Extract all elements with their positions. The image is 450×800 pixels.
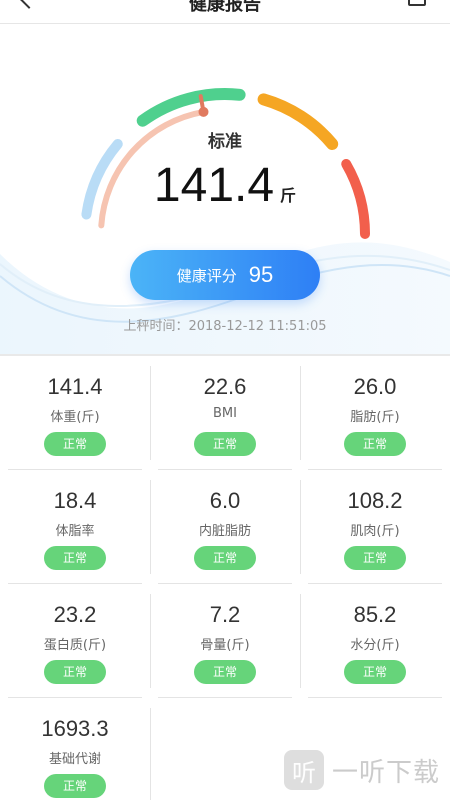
metric-cell-body: 7.2 骨量(斤) 正常: [158, 584, 292, 698]
metric-cell[interactable]: 6.0 内脏脂肪 正常: [150, 470, 300, 584]
metric-cell-body: 85.2 水分(斤) 正常: [308, 584, 442, 698]
watermark: 听 一听下载: [284, 748, 444, 792]
watermark-text: 一听下载: [332, 757, 441, 788]
metric-cell[interactable]: 85.2 水分(斤) 正常: [300, 584, 450, 698]
metric-value: 141.4: [47, 374, 103, 399]
metric-cell-body: 23.2 蛋白质(斤) 正常: [8, 584, 142, 698]
weight-unit: 斤: [280, 186, 297, 205]
metric-value: 85.2: [353, 602, 397, 627]
weigh-time: 上秤时间：2018-12-12 11:51:05: [123, 319, 327, 334]
status-badge: 正常: [344, 432, 406, 456]
metric-label: 水分(斤): [350, 638, 400, 653]
metric-label: 内脏脂肪: [198, 524, 251, 539]
health-score-button[interactable]: 健康评分 95: [130, 250, 320, 300]
metric-value: 1693.3: [41, 716, 109, 741]
metric-cell[interactable]: 23.2 蛋白质(斤) 正常: [0, 584, 150, 698]
metric-value: 23.2: [53, 602, 97, 627]
metric-value: 6.0: [209, 488, 241, 513]
metric-label: 体脂率: [55, 524, 95, 539]
metric-cell-body: 6.0 内脏脂肪 正常: [158, 470, 292, 584]
status-badge: 正常: [44, 774, 106, 798]
metric-cell-body: 141.4 体重(斤) 正常: [8, 356, 142, 470]
weight-value: 141.4: [153, 159, 275, 212]
metric-value: 26.0: [353, 374, 397, 399]
metric-label: 蛋白质(斤): [43, 638, 107, 653]
health-score-value: 95: [248, 262, 274, 287]
status-badge: 正常: [44, 546, 106, 570]
metric-value: 22.6: [203, 374, 247, 399]
health-report-screen: 健康报告 标准 141.4 斤 健康评分 95 上秤时间：2018-12-12 …: [0, 0, 450, 800]
share-icon[interactable]: [408, 0, 426, 6]
metric-cell-body: 26.0 脂肪(斤) 正常: [308, 356, 442, 470]
metric-cell-body: 18.4 体脂率 正常: [8, 470, 142, 584]
metric-cell-body: 22.6 BMI 正常: [158, 356, 292, 470]
watermark-logo: 听: [284, 750, 324, 790]
weight-summary: 标准 141.4 斤 健康评分 95 上秤时间：2018-12-12 11:51:…: [0, 24, 450, 354]
metric-cell[interactable]: 1693.3 基础代谢 正常: [0, 698, 150, 800]
status-badge: 正常: [194, 660, 256, 684]
metric-cell[interactable]: 7.2 骨量(斤) 正常: [150, 584, 300, 698]
metric-cell[interactable]: 22.6 BMI 正常: [150, 356, 300, 470]
metric-value: 18.4: [53, 488, 97, 513]
metric-cell[interactable]: 18.4 体脂率 正常: [0, 470, 150, 584]
metric-cell-body: 108.2 肌肉(斤) 正常: [308, 470, 442, 584]
metric-label: 基础代谢: [48, 752, 101, 767]
status-badge: 正常: [44, 660, 106, 684]
empty-cell: [150, 698, 300, 800]
status-badge: 正常: [344, 546, 406, 570]
metric-cell[interactable]: 108.2 肌肉(斤) 正常: [300, 470, 450, 584]
metric-cell[interactable]: 26.0 脂肪(斤) 正常: [300, 356, 450, 470]
metric-label: 肌肉(斤): [350, 524, 400, 539]
top-bar: 健康报告: [0, 0, 450, 24]
gauge-pointer-dot: [198, 106, 209, 117]
weight-reading: 141.4 斤: [0, 158, 450, 213]
status-badge: 正常: [194, 432, 256, 456]
status-badge: 正常: [44, 432, 106, 456]
health-score-label: 健康评分: [176, 266, 237, 285]
page-title: 健康报告: [189, 0, 261, 15]
metric-label: 体重(斤): [50, 410, 100, 425]
status-badge: 正常: [344, 660, 406, 684]
metric-value: 7.2: [209, 602, 241, 627]
body-status: 标准: [208, 132, 242, 152]
status-badge: 正常: [194, 546, 256, 570]
metric-label: BMI: [213, 406, 237, 421]
metric-label: 脂肪(斤): [350, 410, 400, 425]
metric-cell-body: 1693.3 基础代谢 正常: [8, 698, 142, 800]
metric-label: 骨量(斤): [200, 638, 250, 653]
metric-value: 108.2: [347, 488, 403, 513]
metric-cell[interactable]: 141.4 体重(斤) 正常: [0, 356, 150, 470]
